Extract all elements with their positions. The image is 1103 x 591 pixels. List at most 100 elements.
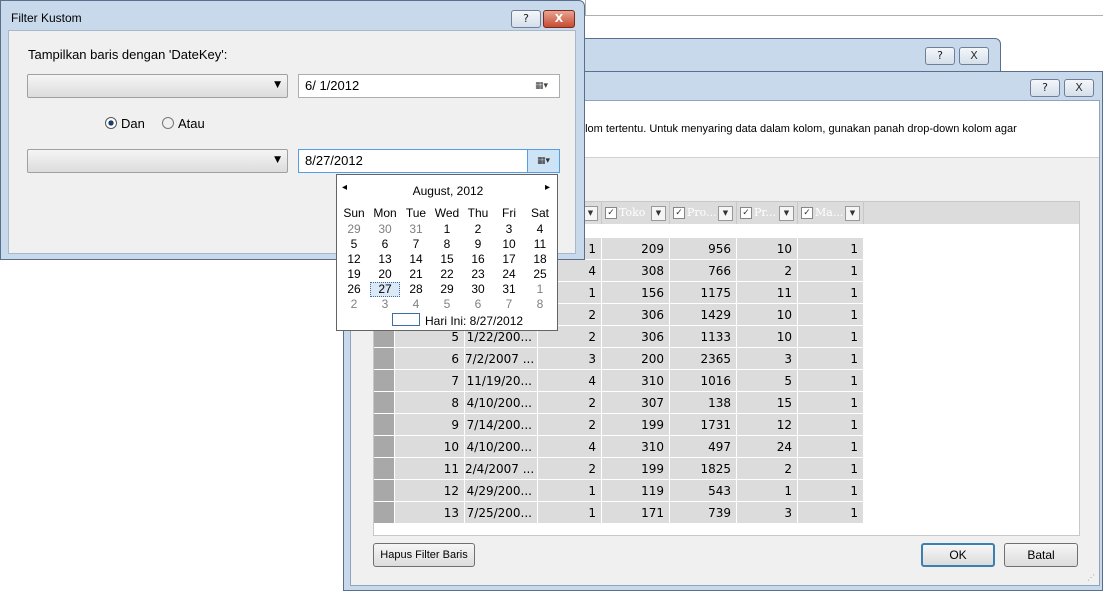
calendar-day[interactable]: 5 [339, 237, 369, 252]
row-selector[interactable] [374, 458, 395, 480]
row-selector[interactable] [374, 370, 395, 392]
calendar-day[interactable]: 16 [463, 252, 493, 267]
calendar-day[interactable]: 5 [432, 297, 462, 312]
close-button[interactable]: X [1064, 79, 1094, 97]
dropdown-arrow-icon[interactable]: ▼ [651, 206, 666, 221]
calendar-day[interactable]: 7 [401, 237, 431, 252]
calendar-day[interactable]: 6 [463, 297, 493, 312]
calendar-day[interactable]: 4 [401, 297, 431, 312]
help-button[interactable]: ? [1030, 79, 1060, 97]
calendar-day[interactable]: 9 [463, 237, 493, 252]
radio-and[interactable]: Dan [105, 116, 145, 131]
checkbox-icon[interactable]: ✓ [673, 207, 685, 219]
operator-select-2[interactable]: ▼ [27, 149, 288, 173]
calendar-day[interactable]: 14 [401, 252, 431, 267]
help-button[interactable]: ? [925, 47, 955, 65]
dropdown-arrow-icon[interactable]: ▼ [718, 206, 733, 221]
clear-row-filter-button[interactable]: Hapus Filter Baris [373, 543, 475, 567]
calendar-day[interactable]: 25 [525, 267, 555, 282]
calendar-day[interactable]: 29 [432, 282, 462, 297]
calendar-day[interactable]: 8 [525, 297, 555, 312]
calendar-day[interactable]: 15 [432, 252, 462, 267]
calendar-day[interactable]: 4 [525, 222, 555, 237]
calendar-day[interactable]: 28 [401, 282, 431, 297]
calendar-day[interactable]: 24 [494, 267, 524, 282]
help-button[interactable]: ? [511, 10, 541, 28]
radio-or[interactable]: Atau [162, 116, 205, 131]
weekday-label: Mon [373, 206, 397, 220]
table-row[interactable]: 11 2/4/2007 ... 2 199 1825 2 1 [374, 458, 864, 480]
column-header[interactable]: ✓ Pr... ▼ [737, 202, 798, 224]
column-header[interactable]: ✓ Toko ▼ [602, 202, 670, 224]
calendar-day[interactable]: 8 [432, 237, 462, 252]
calendar-month-label[interactable]: August, 2012 [337, 184, 559, 198]
table-row[interactable]: 13 7/25/200... 1 171 739 3 1 [374, 502, 864, 524]
calendar-icon[interactable]: ▦▾ [535, 80, 553, 92]
table-row[interactable]: 7 11/19/20... 4 310 1016 5 1 [374, 370, 864, 392]
calendar-day[interactable]: 12 [339, 252, 369, 267]
calendar-day[interactable]: 2 [339, 297, 369, 312]
cancel-button[interactable]: Batal [1004, 543, 1078, 567]
calendar-day[interactable]: 3 [370, 297, 400, 312]
next-month-button[interactable]: ▸ [545, 182, 550, 193]
weekday-label: Fri [502, 206, 516, 220]
calendar-day[interactable]: 6 [370, 237, 400, 252]
table-row[interactable]: 6 7/2/2007 ... 3 200 2365 3 1 [374, 348, 864, 370]
column-header[interactable]: ✓ Ma... ▼ [798, 202, 864, 224]
close-button[interactable]: X [959, 47, 989, 65]
checkbox-icon[interactable]: ✓ [801, 207, 813, 219]
value-input-1[interactable]: 6/ 1/2012 ▦▾ [298, 74, 560, 98]
calendar-day[interactable]: 21 [401, 267, 431, 282]
table-row[interactable]: 8 4/10/200... 2 307 138 15 1 [374, 392, 864, 414]
calendar-day[interactable]: 20 [370, 267, 400, 282]
calendar-day[interactable]: 23 [463, 267, 493, 282]
table-cell: 308 [602, 260, 670, 282]
table-row[interactable]: 12 4/29/200... 1 119 543 1 1 [374, 480, 864, 502]
table-cell: 4 [538, 370, 602, 392]
today-link[interactable]: Hari Ini: 8/27/2012 [392, 313, 523, 328]
dropdown-arrow-icon[interactable]: ▼ [583, 206, 598, 221]
row-selector[interactable] [374, 348, 395, 370]
calendar-day[interactable]: 29 [339, 222, 369, 237]
calendar-day[interactable]: 1 [525, 282, 555, 297]
checkbox-icon[interactable]: ✓ [605, 207, 617, 219]
calendar-icon[interactable]: ▦▾ [527, 150, 559, 172]
table-row[interactable]: 10 4/10/200... 4 310 497 24 1 [374, 436, 864, 458]
value-input-2[interactable]: 8/27/2012 ▦▾ [298, 149, 560, 173]
row-selector[interactable] [374, 502, 395, 524]
checkbox-icon[interactable]: ✓ [740, 207, 752, 219]
row-selector[interactable] [374, 480, 395, 502]
dropdown-arrow-icon[interactable]: ▼ [845, 206, 860, 221]
calendar-day[interactable]: 17 [494, 252, 524, 267]
table-cell: 12 [395, 480, 465, 502]
calendar-day[interactable]: 2 [463, 222, 493, 237]
calendar-day[interactable]: 31 [494, 282, 524, 297]
calendar-day[interactable]: 26 [339, 282, 369, 297]
calendar-day[interactable]: 1 [432, 222, 462, 237]
row-selector[interactable] [374, 392, 395, 414]
value-2-text: 8/27/2012 [305, 153, 363, 168]
calendar-day[interactable]: 11 [525, 237, 555, 252]
table-row[interactable]: 9 7/14/200... 2 199 1731 12 1 [374, 414, 864, 436]
calendar-day[interactable]: 13 [370, 252, 400, 267]
calendar-day[interactable]: 3 [494, 222, 524, 237]
close-button[interactable]: X [543, 10, 575, 28]
operator-select-1[interactable]: ▼ [27, 74, 288, 98]
calendar-day[interactable]: 18 [525, 252, 555, 267]
row-selector[interactable] [374, 414, 395, 436]
dropdown-arrow-icon[interactable]: ▼ [779, 206, 794, 221]
resize-grip[interactable]: ⋰ [1087, 573, 1097, 583]
row-selector[interactable] [374, 436, 395, 458]
calendar-day[interactable]: 7 [494, 297, 524, 312]
table-cell: 2 [737, 458, 798, 480]
calendar-day[interactable]: 10 [494, 237, 524, 252]
calendar-day-selected[interactable]: 27 [370, 282, 400, 297]
ok-button[interactable]: OK [921, 543, 995, 567]
table-cell: 9 [395, 414, 465, 436]
calendar-day[interactable]: 19 [339, 267, 369, 282]
calendar-day[interactable]: 30 [370, 222, 400, 237]
calendar-day[interactable]: 31 [401, 222, 431, 237]
calendar-day[interactable]: 30 [463, 282, 493, 297]
column-header[interactable]: ✓ Pro... ▼ [670, 202, 737, 224]
calendar-day[interactable]: 22 [432, 267, 462, 282]
